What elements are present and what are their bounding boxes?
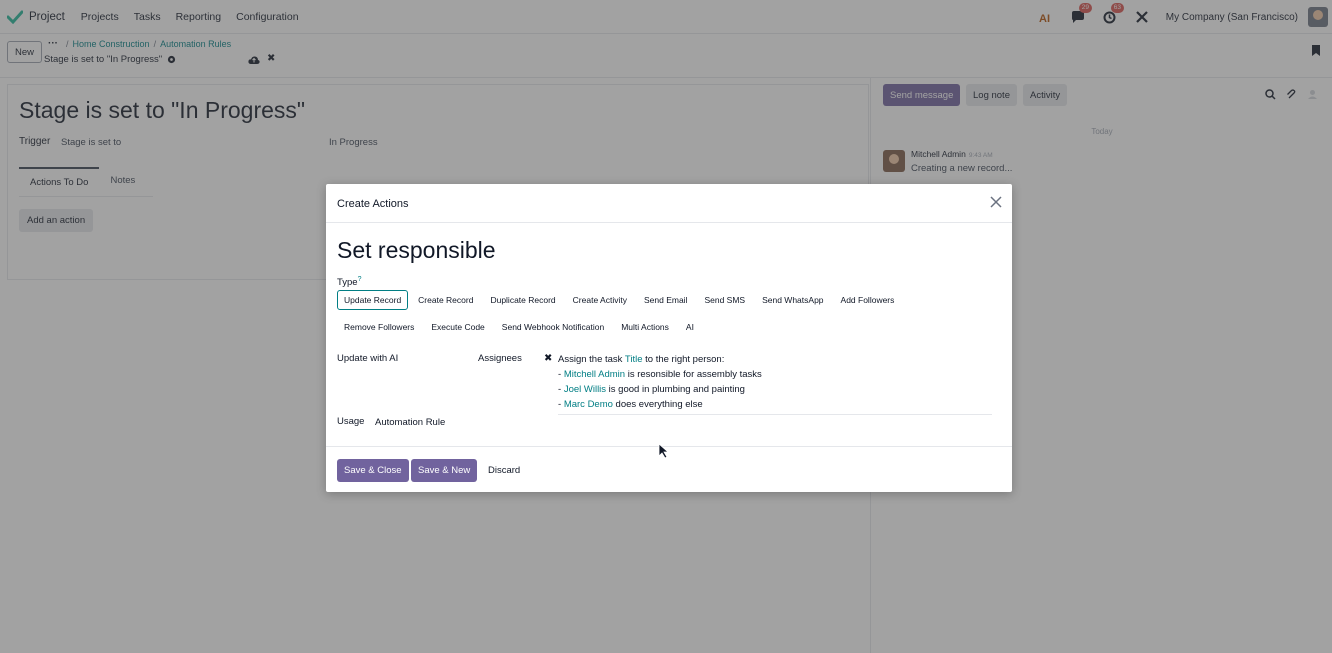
- prompt-text: does everything else: [612, 399, 703, 410]
- type-add-followers[interactable]: Add Followers: [834, 290, 902, 310]
- action-name-field[interactable]: Set responsible: [337, 237, 496, 264]
- prompt-user-tag-marc[interactable]: Marc Demo: [564, 399, 613, 410]
- help-tooltip-icon[interactable]: ?: [358, 276, 362, 283]
- prompt-user-tag-joel[interactable]: Joel Willis: [564, 384, 606, 395]
- prompt-line-3: - Joel Willis is good in plumbing and pa…: [558, 384, 745, 395]
- prompt-text: Assign the task: [558, 354, 625, 365]
- remove-field-icon[interactable]: ✖: [544, 353, 552, 364]
- type-send-email[interactable]: Send Email: [637, 290, 694, 310]
- type-remove-followers[interactable]: Remove Followers: [337, 317, 421, 337]
- usage-label: Usage: [337, 416, 365, 427]
- type-create-record[interactable]: Create Record: [411, 290, 480, 310]
- prompt-line-1: Assign the task Title to the right perso…: [558, 352, 992, 367]
- prompt-line-2: - Mitchell Admin is resonsible for assem…: [558, 369, 762, 380]
- type-create-activity[interactable]: Create Activity: [566, 290, 634, 310]
- type-options-row-1: Update Record Create Record Duplicate Re…: [337, 290, 904, 310]
- type-label-text: Type: [337, 277, 358, 289]
- prompt-user-tag-mitchell[interactable]: Mitchell Admin: [564, 369, 625, 380]
- type-duplicate-record[interactable]: Duplicate Record: [483, 290, 562, 310]
- close-icon[interactable]: [990, 196, 1002, 208]
- assignees-field-select[interactable]: Assignees: [478, 353, 522, 364]
- type-send-sms[interactable]: Send SMS: [697, 290, 752, 310]
- prompt-text: is resonsible for assembly tasks: [625, 369, 762, 380]
- type-update-record[interactable]: Update Record: [337, 290, 409, 310]
- modal-header: Create Actions: [326, 184, 1012, 223]
- type-multi-actions[interactable]: Multi Actions: [614, 317, 676, 337]
- save-close-button[interactable]: Save & Close: [337, 459, 409, 482]
- prompt-field-tag-title[interactable]: Title: [625, 354, 643, 365]
- type-execute-code[interactable]: Execute Code: [424, 317, 491, 337]
- prompt-line-4: - Marc Demo does everything else: [558, 399, 703, 410]
- ai-prompt-input[interactable]: Assign the task Title to the right perso…: [558, 352, 992, 415]
- type-send-whatsapp[interactable]: Send WhatsApp: [755, 290, 830, 310]
- usage-value: Automation Rule: [375, 417, 446, 428]
- mouse-cursor-icon: [658, 443, 670, 459]
- type-send-webhook[interactable]: Send Webhook Notification: [495, 317, 611, 337]
- update-with-ai-label: Update with AI: [337, 353, 399, 364]
- modal-title: Create Actions: [337, 198, 409, 210]
- prompt-text: is good in plumbing and painting: [606, 384, 745, 395]
- type-ai[interactable]: AI: [679, 317, 701, 337]
- save-new-button[interactable]: Save & New: [411, 459, 478, 482]
- type-label: Type?: [337, 276, 362, 288]
- discard-button[interactable]: Discard: [481, 459, 527, 482]
- type-options-row-2: Remove Followers Execute Code Send Webho…: [337, 317, 704, 337]
- prompt-text: to the right person:: [642, 354, 725, 365]
